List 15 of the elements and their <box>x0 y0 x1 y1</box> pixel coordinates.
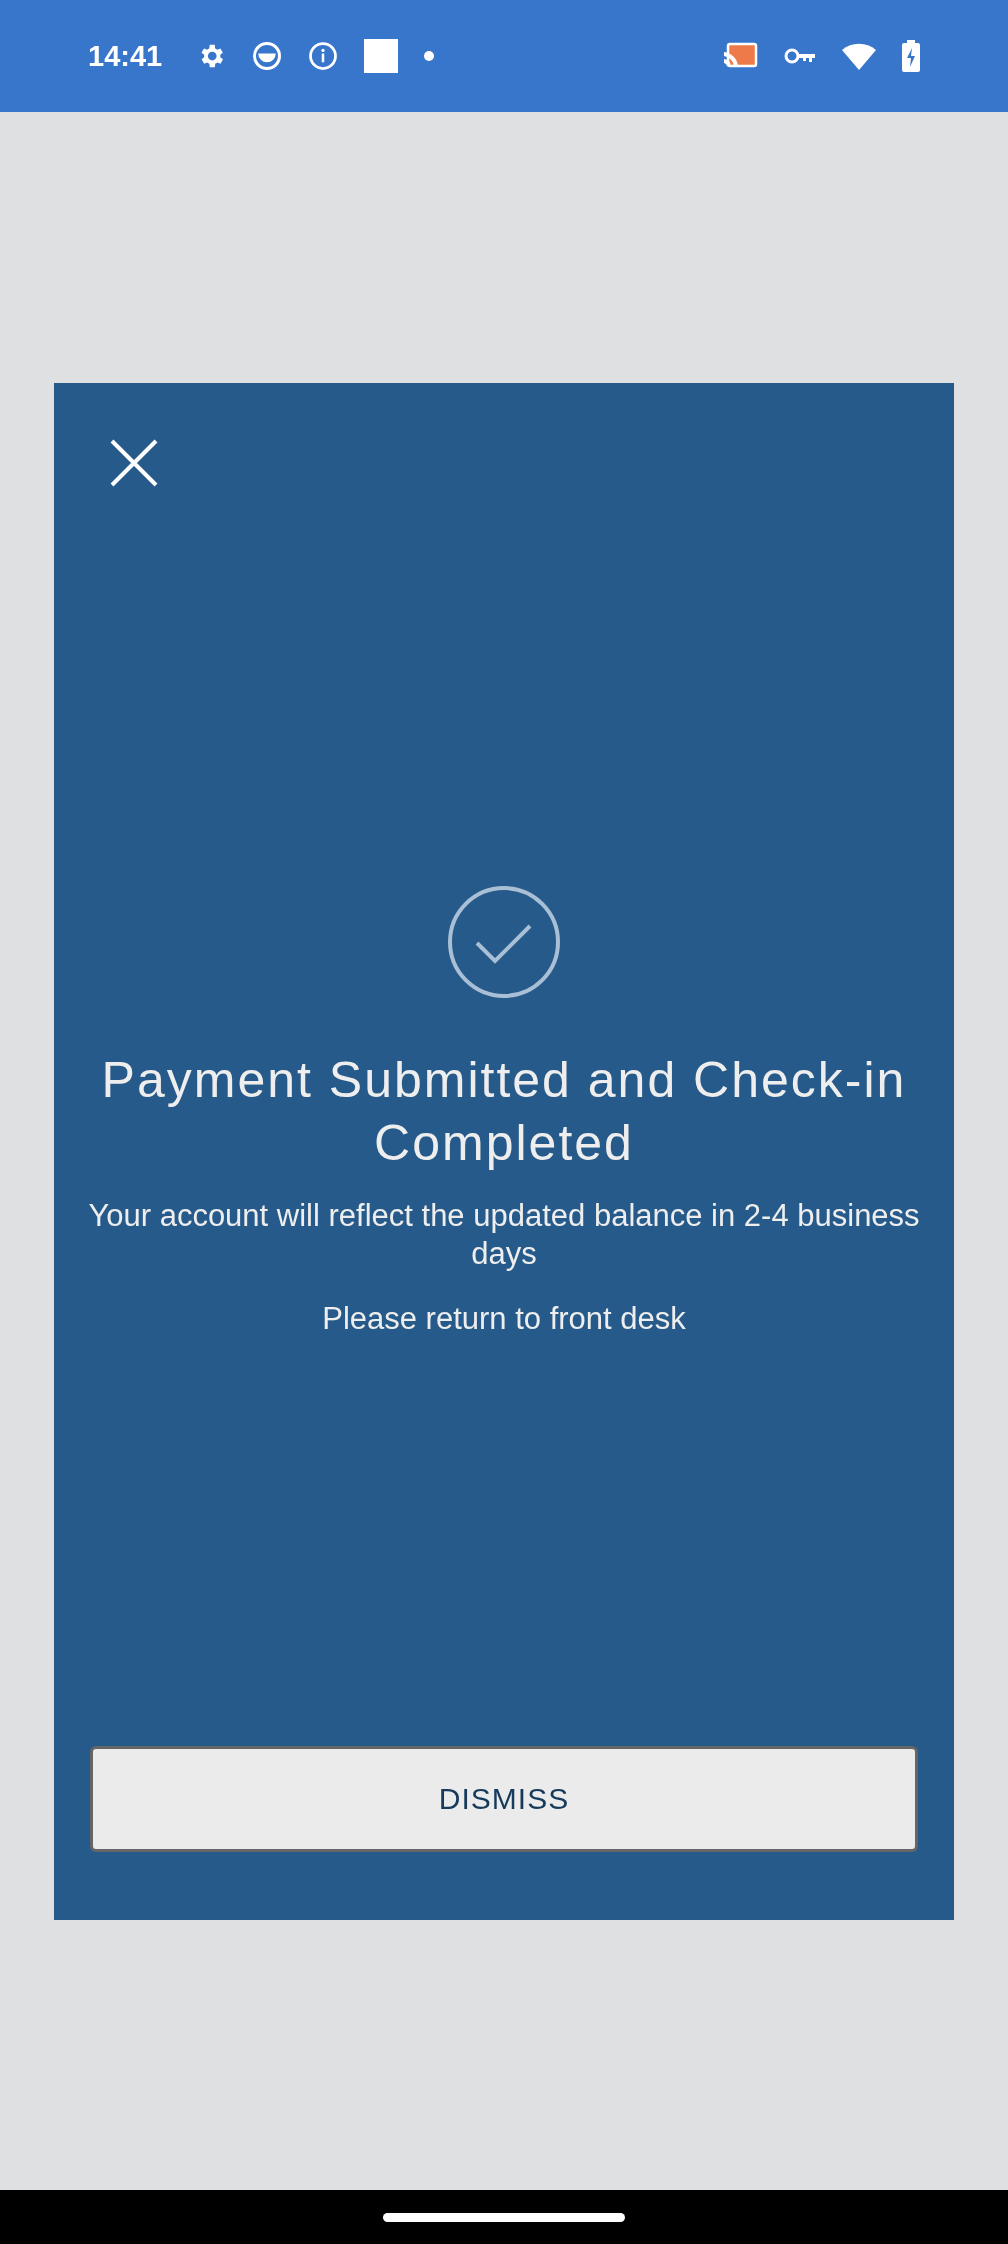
info-icon <box>308 41 339 71</box>
battery-icon <box>902 40 920 72</box>
cast-icon <box>724 42 758 70</box>
dot-icon <box>424 51 435 61</box>
dismiss-button[interactable]: DISMISS <box>90 1746 918 1852</box>
clock: 14:41 <box>88 39 163 73</box>
key-icon <box>784 47 816 65</box>
square-icon <box>364 39 399 73</box>
dialog-title: Payment Submitted and Check-in Completed <box>100 1051 908 1173</box>
round-icon <box>252 41 283 71</box>
wifi-icon <box>842 42 876 70</box>
check-circle-icon <box>447 885 561 999</box>
dialog-note: Please return to front desk <box>322 1301 686 1337</box>
dialog-message: Your account will reflect the updated balance in 2-4 business days <box>87 1197 921 1273</box>
home-handle[interactable] <box>383 2212 625 2222</box>
